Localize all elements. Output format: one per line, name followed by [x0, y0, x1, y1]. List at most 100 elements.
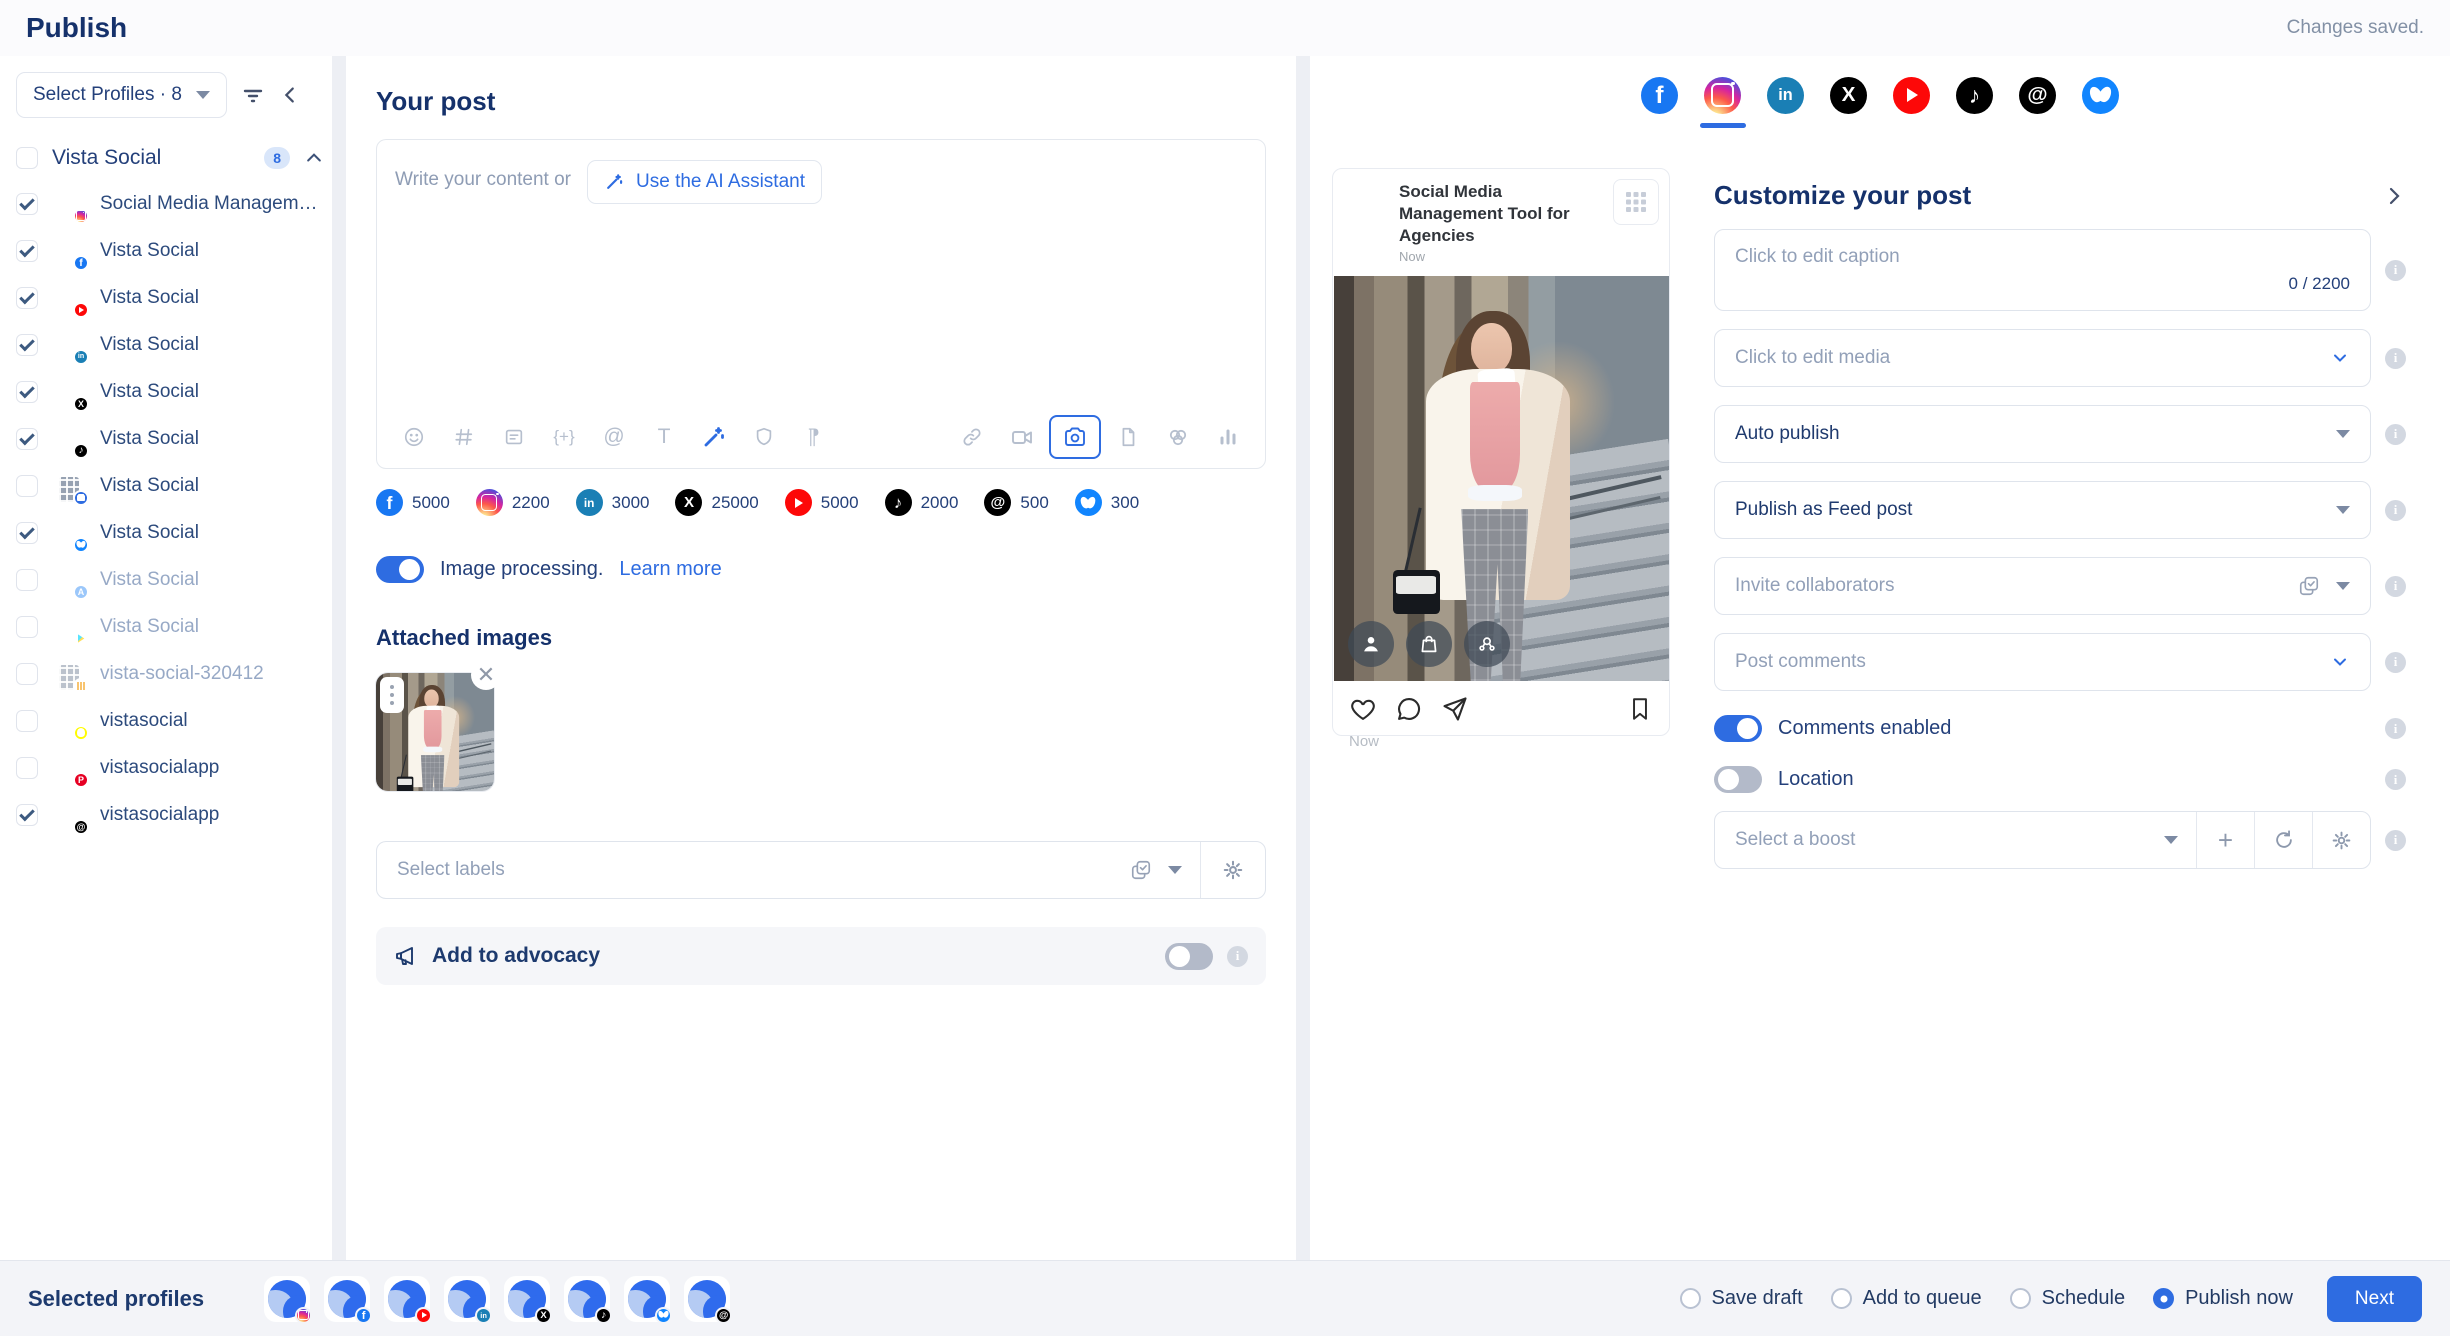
profile-checkbox[interactable]: [16, 240, 38, 262]
platform-tab[interactable]: [1641, 77, 1678, 128]
info-icon[interactable]: i: [2385, 348, 2406, 369]
profile-row[interactable]: vistasocialapp: [16, 791, 332, 838]
media-thumbnail[interactable]: [1904, 340, 1940, 376]
select-profiles-dropdown[interactable]: Select Profiles · 8: [16, 72, 227, 118]
profile-row[interactable]: vista-social-320412: [16, 650, 332, 697]
copy-check-icon[interactable]: [2298, 575, 2320, 597]
profile-row[interactable]: Vista Social: [16, 462, 332, 509]
profile-row[interactable]: Social Media Managem…: [16, 180, 332, 227]
profile-checkbox[interactable]: [16, 334, 38, 356]
profile-checkbox[interactable]: [16, 757, 38, 779]
info-icon[interactable]: i: [2385, 830, 2406, 851]
profile-row[interactable]: Vista Social: [16, 321, 332, 368]
copy-check-icon[interactable]: [1130, 859, 1152, 881]
chevron-down-icon[interactable]: [2330, 652, 2350, 672]
attach-link-button[interactable]: [949, 415, 995, 459]
info-icon[interactable]: i: [2385, 500, 2406, 521]
profile-row[interactable]: Vista Social: [16, 227, 332, 274]
chevron-down-icon[interactable]: [2336, 582, 2350, 590]
attach-document-button[interactable]: [1105, 415, 1151, 459]
post-comments-field[interactable]: Post comments: [1714, 633, 2371, 691]
boost-settings-button[interactable]: [2312, 812, 2370, 868]
select-labels-field[interactable]: Select labels: [376, 841, 1266, 899]
publish-option[interactable]: Save draft: [1680, 1287, 1803, 1310]
post-editor[interactable]: Write your content or Use the AI Assista…: [376, 139, 1266, 469]
emoji-button[interactable]: [391, 415, 437, 459]
refresh-boost-button[interactable]: [2254, 812, 2312, 868]
image-processing-toggle[interactable]: [376, 556, 424, 583]
bookmark-button[interactable]: [1627, 696, 1653, 722]
profile-row[interactable]: Vista Social: [16, 603, 332, 650]
add-boost-button[interactable]: +: [2196, 812, 2254, 868]
mention-button[interactable]: @: [591, 415, 637, 459]
hashtag-button[interactable]: [441, 415, 487, 459]
profile-checkbox[interactable]: [16, 193, 38, 215]
radio-icon[interactable]: [2153, 1288, 2174, 1309]
share-button[interactable]: [1441, 695, 1469, 723]
info-icon[interactable]: i: [2385, 718, 2406, 739]
profile-checkbox[interactable]: [16, 475, 38, 497]
profile-row[interactable]: vistasocialapp: [16, 744, 332, 791]
ai-assistant-button[interactable]: Use the AI Assistant: [587, 160, 822, 204]
auto-publish-select[interactable]: Auto publish: [1714, 405, 2371, 463]
invite-collaborators-field[interactable]: Invite collaborators: [1714, 557, 2371, 615]
group-checkbox[interactable]: [16, 147, 38, 169]
profile-row[interactable]: Vista Social: [16, 368, 332, 415]
profile-row[interactable]: vistasocial: [16, 697, 332, 744]
attached-image-thumbnail[interactable]: [376, 673, 494, 791]
location-toggle[interactable]: [1714, 766, 1762, 793]
profile-checkbox[interactable]: [16, 710, 38, 732]
profile-checkbox[interactable]: [16, 569, 38, 591]
tag-products-button[interactable]: [1406, 621, 1452, 667]
filter-button[interactable]: [241, 83, 265, 107]
analytics-button[interactable]: [1205, 415, 1251, 459]
publish-option[interactable]: Schedule: [2010, 1287, 2125, 1310]
platform-tab[interactable]: [1893, 77, 1930, 128]
info-icon[interactable]: i: [1227, 946, 1248, 967]
platform-tab[interactable]: [1830, 77, 1867, 128]
profile-checkbox[interactable]: [16, 663, 38, 685]
caption-field[interactable]: Click to edit caption 0 / 2200: [1714, 229, 2371, 311]
attach-photo-button[interactable]: [1049, 415, 1101, 459]
snippets-button[interactable]: [491, 415, 537, 459]
platform-tab[interactable]: [2019, 77, 2056, 128]
drag-handle-icon[interactable]: [380, 677, 404, 713]
ai-wand-button[interactable]: [691, 415, 737, 459]
info-icon[interactable]: i: [2385, 576, 2406, 597]
learn-more-link[interactable]: Learn more: [619, 558, 721, 581]
text-format-button[interactable]: T: [641, 415, 687, 459]
profile-row[interactable]: Vista Social: [16, 556, 332, 603]
next-button[interactable]: Next: [2327, 1276, 2422, 1322]
boost-select-field[interactable]: Select a boost +: [1714, 811, 2371, 869]
profile-checkbox[interactable]: [16, 381, 38, 403]
advocacy-toggle[interactable]: [1165, 943, 1213, 970]
profile-row[interactable]: Vista Social: [16, 509, 332, 556]
radio-icon[interactable]: [1831, 1288, 1852, 1309]
group-collapse-button[interactable]: [304, 148, 324, 168]
expand-customize-button[interactable]: [2382, 184, 2406, 208]
chevron-down-icon[interactable]: [1168, 866, 1182, 874]
profile-checkbox[interactable]: [16, 804, 38, 826]
platform-tab[interactable]: [1767, 77, 1804, 128]
radio-icon[interactable]: [2010, 1288, 2031, 1309]
media-library-button[interactable]: [1155, 415, 1201, 459]
publish-option[interactable]: Add to queue: [1831, 1287, 1982, 1310]
info-icon[interactable]: i: [2385, 652, 2406, 673]
post-type-select[interactable]: Publish as Feed post: [1714, 481, 2371, 539]
radio-icon[interactable]: [1680, 1288, 1701, 1309]
like-button[interactable]: [1349, 695, 1377, 723]
profile-checkbox[interactable]: [16, 522, 38, 544]
tag-people-button[interactable]: [1348, 621, 1394, 667]
variables-button[interactable]: {+}: [541, 415, 587, 459]
profile-checkbox[interactable]: [16, 428, 38, 450]
profile-group-header[interactable]: Vista Social 8: [16, 146, 324, 170]
profile-checkbox[interactable]: [16, 287, 38, 309]
info-icon[interactable]: i: [2385, 424, 2406, 445]
platform-tab[interactable]: [2082, 77, 2119, 128]
comments-enabled-toggle[interactable]: [1714, 715, 1762, 742]
info-icon[interactable]: i: [2385, 769, 2406, 790]
chevron-down-icon[interactable]: [2330, 348, 2350, 368]
remove-image-button[interactable]: ✕: [471, 660, 501, 690]
platform-tab[interactable]: [1704, 77, 1741, 128]
labels-settings-button[interactable]: [1201, 842, 1265, 898]
